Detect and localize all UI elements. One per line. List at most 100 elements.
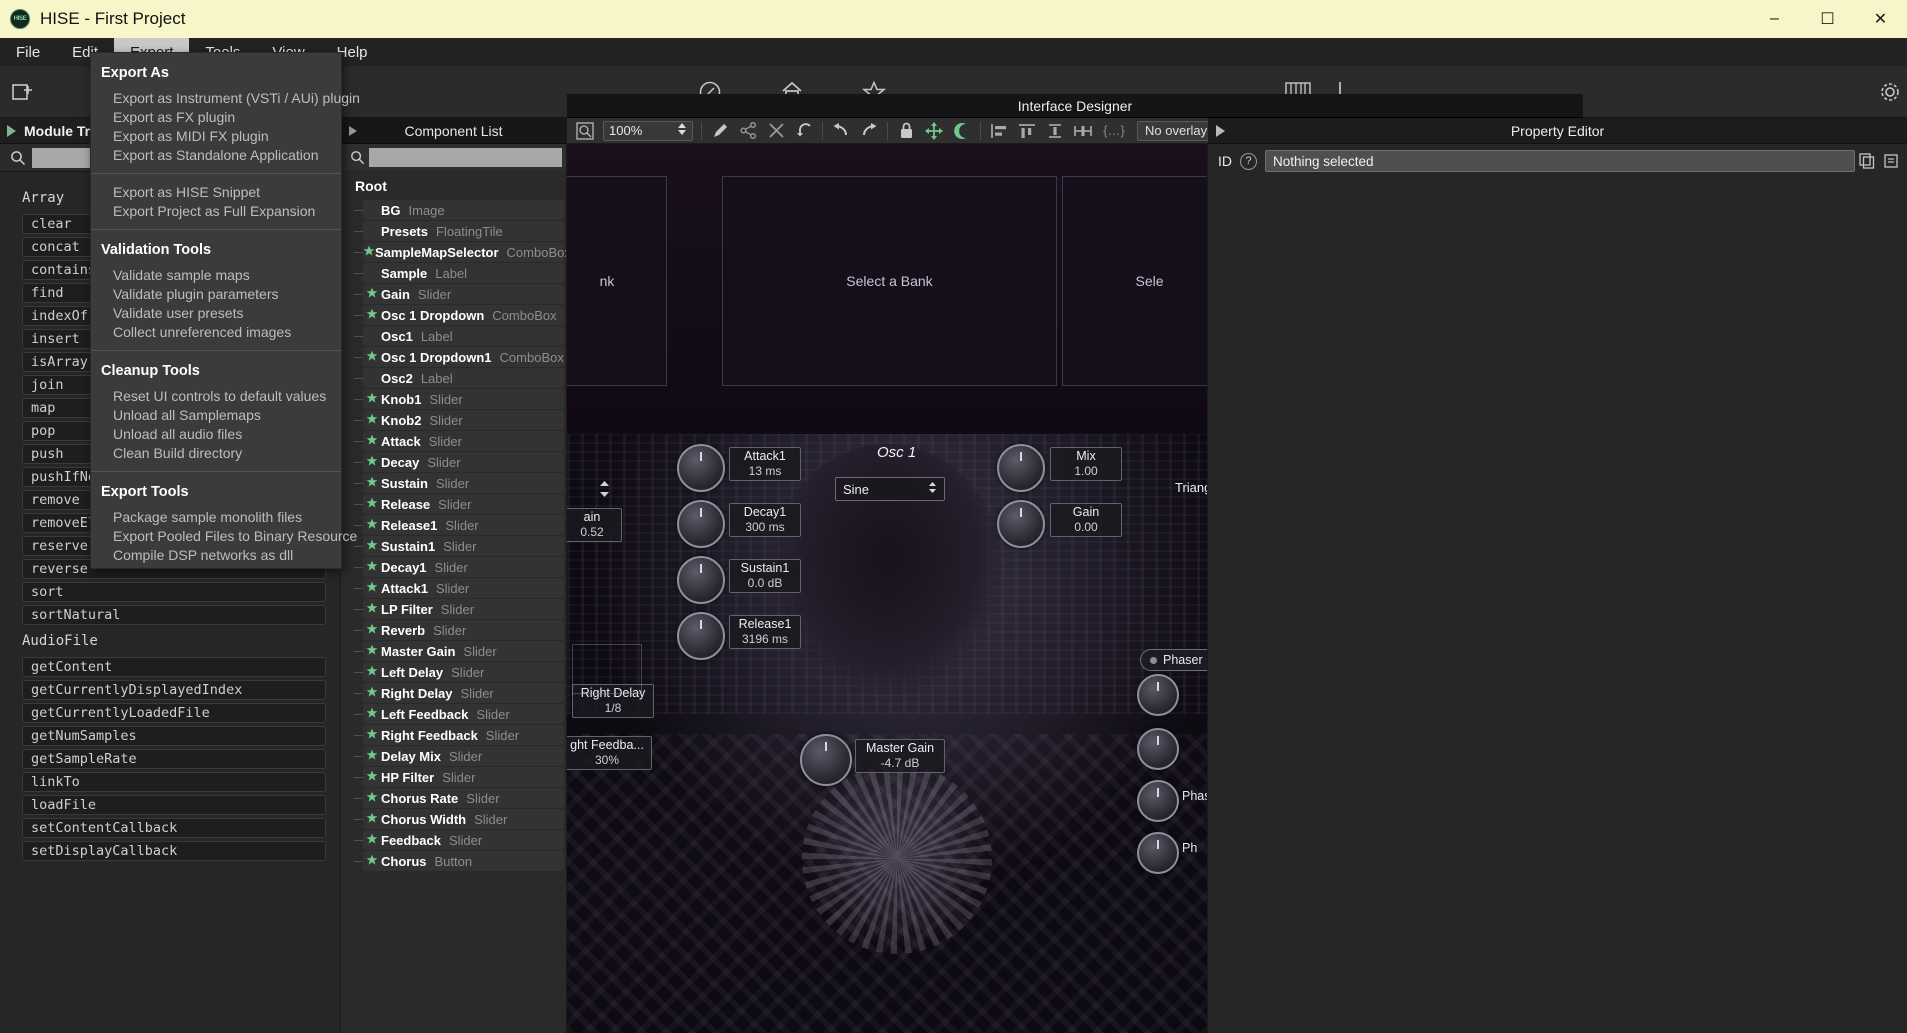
component-root-label[interactable]: Root	[341, 170, 566, 200]
component-row[interactable]: Right Feedback Slider	[354, 725, 564, 745]
component-row[interactable]: Delay Mix Slider	[354, 746, 564, 766]
phaser-knob-2[interactable]	[1137, 728, 1179, 770]
menu-option[interactable]: Validate user presets	[91, 303, 341, 322]
star-filled-icon[interactable]	[363, 434, 381, 449]
menu-option[interactable]: Validate sample maps	[91, 265, 341, 284]
copy-properties-icon[interactable]	[1855, 150, 1879, 172]
api-method-row[interactable]: sort	[22, 582, 326, 602]
api-method-row[interactable]: loadFile	[22, 795, 326, 815]
bank-box-right[interactable]: Sele	[1062, 176, 1207, 386]
share-icon[interactable]	[734, 120, 762, 142]
component-row[interactable]: LP Filter Slider	[354, 599, 564, 619]
component-row[interactable]: Release Slider	[354, 494, 564, 514]
api-method-row[interactable]: getSampleRate	[22, 749, 326, 769]
menu-option[interactable]: Export as HISE Snippet	[91, 182, 341, 201]
api-method-row[interactable]: getCurrentlyLoadedFile	[22, 703, 326, 723]
json-icon[interactable]: {…}	[1097, 120, 1131, 142]
night-mode-icon[interactable]	[948, 120, 976, 142]
help-icon[interactable]: ?	[1240, 152, 1257, 170]
minimize-button[interactable]: –	[1748, 0, 1801, 38]
rebuild-icon[interactable]	[790, 120, 818, 142]
star-filled-icon[interactable]	[363, 665, 381, 680]
component-search-input[interactable]	[369, 147, 562, 167]
menu-option[interactable]: Export as FX plugin	[91, 107, 341, 126]
component-row[interactable]: Left Delay Slider	[354, 662, 564, 682]
api-method-row[interactable]: getNumSamples	[22, 726, 326, 746]
align-center-icon[interactable]	[1013, 120, 1041, 142]
attack1-knob[interactable]	[677, 444, 725, 492]
star-filled-icon[interactable]	[363, 812, 381, 827]
star-filled-icon[interactable]	[363, 245, 375, 260]
star-filled-icon[interactable]	[363, 539, 381, 554]
component-row[interactable]: HP Filter Slider	[354, 767, 564, 787]
star-filled-icon[interactable]	[363, 413, 381, 428]
new-preset-icon[interactable]	[8, 78, 36, 106]
menu-option[interactable]: Unload all Samplemaps	[91, 405, 341, 424]
edit-pencil-icon[interactable]	[706, 120, 734, 142]
star-filled-icon[interactable]	[363, 644, 381, 659]
component-row[interactable]: Release1 Slider	[354, 515, 564, 535]
align-left-icon[interactable]	[985, 120, 1013, 142]
component-row[interactable]: Sustain1 Slider	[354, 536, 564, 556]
component-row[interactable]: Chorus Width Slider	[354, 809, 564, 829]
api-method-row[interactable]: setContentCallback	[22, 818, 326, 838]
component-row[interactable]: Reverb Slider	[354, 620, 564, 640]
star-filled-icon[interactable]	[363, 686, 381, 701]
overlay-select[interactable]: No overlay	[1137, 120, 1216, 141]
api-method-row[interactable]: setDisplayCallback	[22, 841, 326, 861]
lock-icon[interactable]	[892, 120, 920, 142]
star-filled-icon[interactable]	[363, 455, 381, 470]
property-id-value[interactable]: Nothing selected	[1265, 150, 1855, 172]
star-filled-icon[interactable]	[363, 518, 381, 533]
export-dropdown-menu[interactable]: Export As Export as Instrument (VSTi / AU…	[90, 52, 360, 569]
component-row[interactable]: Knob2 Slider	[354, 410, 564, 430]
api-method-row[interactable]: getCurrentlyDisplayedIndex	[22, 680, 326, 700]
menu-item-file[interactable]: File	[0, 38, 56, 66]
component-row[interactable]: Left Feedback Slider	[354, 704, 564, 724]
close-button[interactable]: ✕	[1854, 0, 1907, 38]
component-row[interactable]: Decay1 Slider	[354, 557, 564, 577]
master-gain-knob[interactable]	[800, 734, 852, 786]
settings-gear-icon[interactable]	[1876, 78, 1904, 106]
component-row[interactable]: BG Image	[354, 200, 564, 220]
phaser-knob-3[interactable]	[1137, 780, 1179, 822]
api-method-row[interactable]: sortNatural	[22, 605, 326, 625]
star-filled-icon[interactable]	[363, 476, 381, 491]
menu-option[interactable]: Validate plugin parameters	[91, 284, 341, 303]
menu-option[interactable]: Export as MIDI FX plugin	[91, 126, 341, 145]
undo-icon[interactable]	[827, 120, 855, 142]
component-row[interactable]: Feedback Slider	[354, 830, 564, 850]
component-row[interactable]: Attack Slider	[354, 431, 564, 451]
menu-option[interactable]: Unload all audio files	[91, 424, 341, 443]
star-filled-icon[interactable]	[363, 308, 381, 323]
waveform-combobox[interactable]: Sine	[835, 477, 945, 501]
paste-properties-icon[interactable]	[1879, 150, 1903, 172]
delete-x-icon[interactable]	[762, 120, 790, 142]
star-filled-icon[interactable]	[363, 707, 381, 722]
star-filled-icon[interactable]	[363, 287, 381, 302]
release1-knob[interactable]	[677, 612, 725, 660]
component-row[interactable]: Sustain Slider	[354, 473, 564, 493]
phaser-toggle[interactable]: Phaser	[1140, 649, 1207, 671]
redo-icon[interactable]	[855, 120, 883, 142]
menu-option[interactable]: Clean Build directory	[91, 443, 341, 462]
star-filled-icon[interactable]	[363, 623, 381, 638]
bank-box-left[interactable]: nk	[567, 176, 667, 386]
component-row[interactable]: Knob1 Slider	[354, 389, 564, 409]
star-filled-icon[interactable]	[363, 581, 381, 596]
menu-option[interactable]: Compile DSP networks as dll	[91, 545, 341, 564]
star-filled-icon[interactable]	[363, 770, 381, 785]
component-row[interactable]: Chorus Rate Slider	[354, 788, 564, 808]
component-row[interactable]: Presets FloatingTile	[354, 221, 564, 241]
star-filled-icon[interactable]	[363, 854, 381, 869]
star-filled-icon[interactable]	[363, 833, 381, 848]
star-filled-icon[interactable]	[363, 497, 381, 512]
component-row[interactable]: Master Gain Slider	[354, 641, 564, 661]
menu-option[interactable]: Export Pooled Files to Binary Resource	[91, 526, 357, 545]
component-row[interactable]: Gain Slider	[354, 284, 564, 304]
component-row[interactable]: SampleMapSelector ComboBox	[354, 242, 566, 262]
component-row[interactable]: Osc2 Label	[354, 368, 564, 388]
menu-option[interactable]: Export Project as Full Expansion	[91, 201, 341, 220]
align-vertical-icon[interactable]	[1041, 120, 1069, 142]
phaser-knob-1[interactable]	[1137, 674, 1179, 716]
